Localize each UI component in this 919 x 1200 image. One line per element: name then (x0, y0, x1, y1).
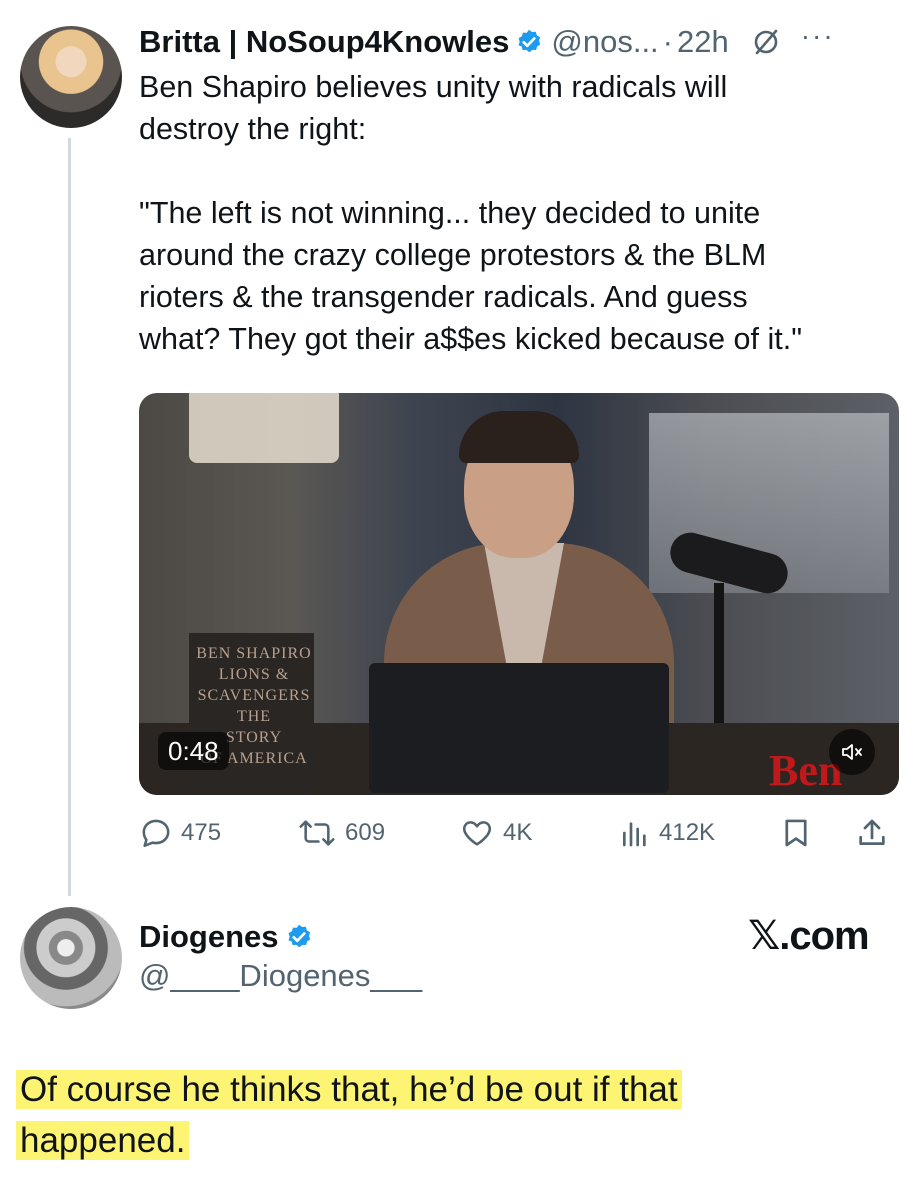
book-title-line: THE (236, 708, 272, 725)
views-count: 412K (659, 819, 716, 846)
bookmark-icon (785, 819, 807, 847)
speaker-hair (459, 411, 579, 463)
reply-highlight: happened. (16, 1121, 190, 1160)
reply-text-line-2: happened. (16, 1117, 190, 1165)
grok-icon[interactable] (751, 27, 781, 57)
views-button[interactable]: 412K (619, 812, 715, 854)
tweet-header: Britta | NoSoup4Knowles @nos... · 22h ··… (139, 20, 835, 64)
repost-icon (299, 820, 335, 846)
like-count: 4K (503, 819, 533, 846)
reply-button[interactable]: 475 (139, 812, 221, 854)
lamp-shade (189, 393, 339, 463)
separator-dot: · (662, 24, 673, 59)
book-title-line: BEN SHAPIRO (196, 645, 312, 662)
laptop (369, 663, 669, 793)
quote-author-row: Diogenes (139, 915, 321, 959)
share-button[interactable] (855, 812, 897, 854)
quote-author-handle[interactable]: @____Diogenes___ (139, 958, 422, 994)
bookmark-button[interactable] (779, 812, 821, 854)
verified-badge-icon (288, 924, 310, 948)
views-chart-icon (623, 822, 646, 847)
video-player[interactable]: BEN SHAPIRO LIONS & SCAVENGERS THE STORY… (139, 393, 899, 795)
thread-line (68, 138, 71, 896)
x-com-logo: 𝕏.com (748, 914, 870, 958)
reply-text-line-1: Of course he thinks that, he’d be out if… (16, 1066, 682, 1114)
share-icon (859, 819, 885, 845)
verified-badge-icon (518, 29, 541, 53)
reply-highlight: Of course he thinks that, he’d be out if… (16, 1070, 682, 1109)
author-handle[interactable]: @nos... (551, 24, 658, 60)
reply-count: 475 (181, 819, 222, 846)
repost-count: 609 (345, 819, 386, 846)
quote-author-name[interactable]: Diogenes (139, 919, 279, 955)
speaker-muted-icon (842, 744, 862, 760)
action-bar: 475 609 4K 412K (139, 812, 899, 854)
tweet-time[interactable]: 22h (677, 24, 729, 60)
author-name[interactable]: Britta | NoSoup4Knowles (139, 24, 509, 60)
mute-button[interactable] (829, 729, 875, 775)
repost-button[interactable]: 609 (297, 812, 385, 854)
tweet-text: Ben Shapiro believes unity with radicals… (139, 70, 803, 356)
heart-icon (462, 821, 492, 846)
quote-author-avatar[interactable] (20, 907, 122, 1009)
book-title-line: LIONS & SCAVENGERS (197, 666, 311, 704)
like-button[interactable]: 4K (459, 812, 532, 854)
more-options-icon[interactable]: ··· (801, 22, 835, 53)
video-duration: 0:48 (158, 732, 229, 770)
reply-icon (142, 819, 170, 848)
author-avatar[interactable] (20, 26, 122, 128)
